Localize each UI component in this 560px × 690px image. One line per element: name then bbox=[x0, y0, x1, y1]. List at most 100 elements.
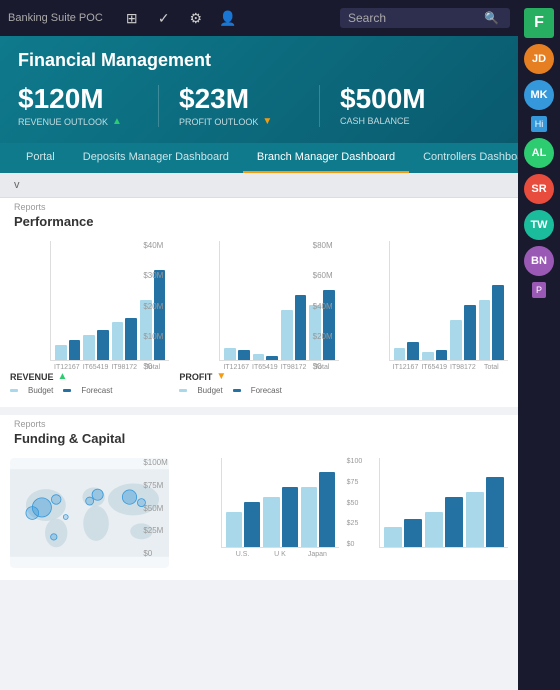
tab-branch[interactable]: Branch Manager Dashboard bbox=[243, 143, 409, 173]
funding-third-area bbox=[379, 458, 508, 548]
bar-forecast bbox=[295, 295, 307, 360]
third-x-labels: IT12167 IT65419 IT98172 Total bbox=[389, 364, 508, 371]
bar-group-uk bbox=[263, 487, 297, 547]
app-title: Banking Suite POC bbox=[8, 12, 103, 24]
performance-charts: $160M$120M$80M$40M$0 bbox=[0, 233, 518, 407]
main-content: Banking Suite POC ⊞ ✓ ⚙ 👤 🔍 Financial Ma… bbox=[0, 0, 518, 690]
funding-y-labels: $100M$75M$50M$25M$0 bbox=[143, 458, 167, 558]
kpi-revenue: $120M REVENUE OUTLOOK ▲ bbox=[18, 85, 159, 127]
bar-budget bbox=[394, 348, 406, 360]
reports-label-2: Reports bbox=[14, 419, 504, 429]
avatar-3[interactable]: AL bbox=[524, 138, 554, 168]
budget-legend-label: Budget bbox=[28, 386, 53, 395]
nav-tabs: Portal Deposits Manager Dashboard Branch… bbox=[0, 143, 518, 173]
bar-group-f1 bbox=[384, 519, 422, 547]
bar-group-ttotal bbox=[479, 285, 504, 360]
bar-group-f2 bbox=[425, 497, 463, 547]
reports-label: Reports bbox=[14, 202, 504, 212]
funding-chart-area bbox=[221, 458, 338, 548]
avatar-1[interactable]: JD bbox=[524, 44, 554, 74]
nav-icons: ⊞ ✓ ⚙ 👤 bbox=[121, 7, 239, 29]
bar-budget bbox=[112, 322, 124, 360]
profit-legend: Budget Forecast bbox=[179, 386, 338, 395]
bar-budget-japan bbox=[301, 487, 317, 547]
bar-group-p1 bbox=[224, 348, 249, 360]
topbar: Banking Suite POC ⊞ ✓ ⚙ 👤 🔍 bbox=[0, 0, 518, 36]
avatar-2[interactable]: MK bbox=[524, 80, 554, 110]
hi-label[interactable]: Hi bbox=[531, 116, 548, 132]
tab-deposits[interactable]: Deposits Manager Dashboard bbox=[69, 143, 243, 173]
check-icon[interactable]: ✓ bbox=[153, 7, 175, 29]
funding-title: Funding & Capital bbox=[14, 429, 504, 450]
fab-button[interactable]: F bbox=[524, 8, 554, 38]
bar-group-p2 bbox=[253, 354, 278, 360]
revenue-legend: Budget Forecast bbox=[10, 386, 169, 395]
forecast-legend-label-p: Forecast bbox=[251, 386, 282, 395]
bar-forecast-f bbox=[404, 519, 422, 547]
bar-budget-uk bbox=[263, 497, 279, 547]
profit-down-icon: ▼ bbox=[216, 371, 226, 382]
bar-budget bbox=[479, 300, 491, 360]
bar-group-p3 bbox=[281, 295, 306, 360]
funding-x-labels: U.S. U K Japan bbox=[221, 551, 338, 558]
bar-forecast-f2 bbox=[445, 497, 463, 547]
bar-forecast-japan bbox=[319, 472, 335, 547]
gear-icon[interactable]: ⚙ bbox=[185, 7, 207, 29]
funding-third-chart: $100$75$50$25$0 bbox=[349, 458, 508, 568]
right-sidebar: F JD MK Hi AL SR TW BN P bbox=[518, 0, 560, 690]
funding-charts: $100M$75M$50M$25M$0 bbox=[0, 450, 518, 580]
kpi-row: $120M REVENUE OUTLOOK ▲ $23M PROFIT OUTL… bbox=[18, 85, 500, 127]
avatar-6[interactable]: BN bbox=[524, 246, 554, 276]
kpi-cash-label: CASH BALANCE bbox=[340, 116, 460, 126]
bar-group-japan bbox=[301, 472, 335, 547]
profit-y-labels: $40M$30M$20M$10M$0 bbox=[143, 241, 163, 371]
budget-legend-dot bbox=[10, 389, 18, 392]
hero-title: Financial Management bbox=[18, 50, 500, 71]
bar-group-2 bbox=[83, 330, 108, 360]
kpi-profit: $23M PROFIT OUTLOOK ▼ bbox=[179, 85, 320, 127]
user-icon[interactable]: 👤 bbox=[217, 7, 239, 29]
bar-forecast-f3 bbox=[486, 477, 504, 547]
bar-forecast bbox=[69, 340, 81, 360]
bar-group-1 bbox=[55, 340, 80, 360]
bar-budget bbox=[55, 345, 67, 360]
bar-group-t2 bbox=[422, 350, 447, 360]
third-chart-area bbox=[389, 241, 508, 361]
performance-title: Performance bbox=[14, 212, 504, 233]
bar-budget-f3 bbox=[466, 492, 484, 547]
avatar-4[interactable]: SR bbox=[524, 174, 554, 204]
section-bar: v bbox=[0, 173, 518, 198]
kpi-profit-value: $23M bbox=[179, 85, 299, 113]
bar-forecast bbox=[97, 330, 109, 360]
profit-metric-label: PROFIT ▼ bbox=[179, 371, 338, 382]
avatar-5[interactable]: TW bbox=[524, 210, 554, 240]
bar-budget bbox=[224, 348, 236, 360]
p-label[interactable]: P bbox=[532, 282, 546, 298]
budget-legend-dot-p bbox=[179, 389, 187, 392]
third-chart: $80M$60M$40M$20M$0 bbox=[349, 241, 508, 395]
bar-forecast-uk bbox=[282, 487, 298, 547]
bar-group-t1 bbox=[394, 342, 419, 360]
revenue-metric-label: REVENUE ▲ bbox=[10, 371, 169, 382]
bar-budget bbox=[253, 354, 265, 360]
revenue-up-icon: ▲ bbox=[58, 371, 68, 382]
tab-controllers[interactable]: Controllers Dashboard bbox=[409, 143, 518, 173]
bar-budget bbox=[281, 310, 293, 360]
funding-bar-chart: $100M$75M$50M$25M$0 bbox=[179, 458, 338, 568]
bar-budget bbox=[450, 320, 462, 360]
third-y-labels: $80M$60M$40M$20M$0 bbox=[313, 241, 333, 371]
bar-budget bbox=[83, 335, 95, 360]
bar-forecast-us bbox=[244, 502, 260, 547]
bar-group-t3 bbox=[450, 305, 475, 360]
tab-portal[interactable]: Portal bbox=[12, 143, 69, 173]
bar-forecast bbox=[125, 318, 137, 360]
bar-budget bbox=[422, 352, 434, 360]
search-icon: 🔍 bbox=[484, 11, 499, 25]
kpi-revenue-label: REVENUE OUTLOOK ▲ bbox=[18, 116, 138, 127]
grid-icon[interactable]: ⊞ bbox=[121, 7, 143, 29]
bar-group-3 bbox=[112, 318, 137, 360]
search-input[interactable] bbox=[348, 11, 478, 25]
bar-forecast bbox=[492, 285, 504, 360]
forecast-legend-dot bbox=[63, 389, 71, 392]
bar-forecast bbox=[436, 350, 448, 360]
